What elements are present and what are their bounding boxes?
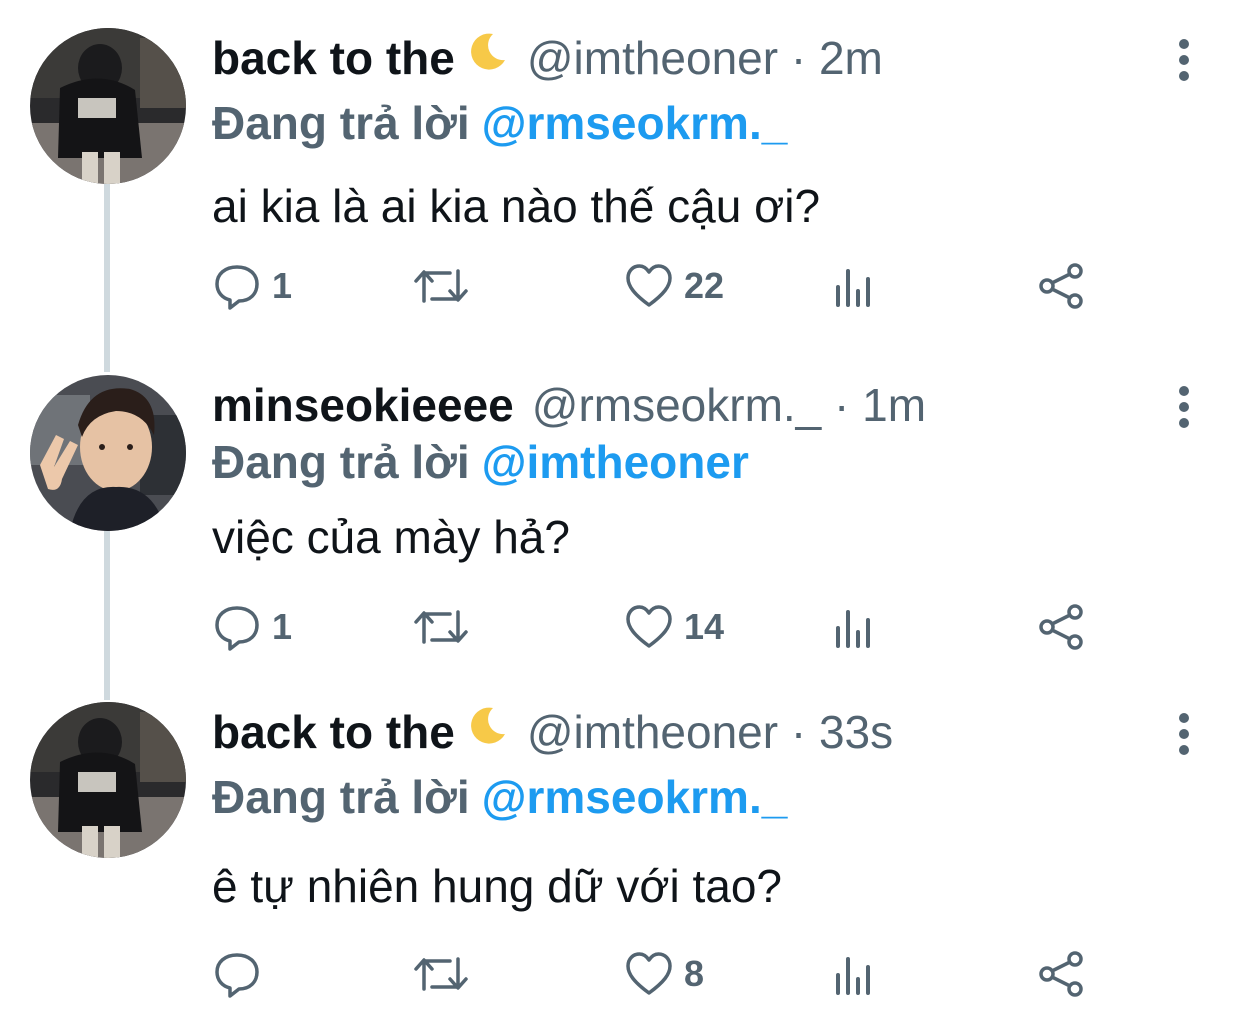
- like-count: 8: [684, 953, 705, 994]
- user-handle[interactable]: @rmseokrm._: [532, 379, 822, 431]
- more-vertical-icon[interactable]: [1172, 38, 1196, 82]
- crescent-moon-icon: [465, 702, 509, 762]
- avatar[interactable]: [30, 28, 186, 184]
- retweet-button[interactable]: [412, 599, 470, 655]
- views-button[interactable]: [834, 946, 878, 1002]
- retweet-icon: [414, 269, 468, 303]
- timestamp[interactable]: 2m: [819, 32, 883, 84]
- display-name[interactable]: back to the: [212, 706, 455, 758]
- share-icon: [1039, 951, 1083, 997]
- views-chart-icon: [836, 957, 870, 995]
- share-icon: [1039, 263, 1083, 309]
- separator-dot: ·: [790, 32, 807, 84]
- tweet-header: back to the @imtheoner · 33s: [212, 702, 893, 762]
- tweet[interactable]: back to the @imtheoner · 33s Đang trả lời…: [0, 702, 1242, 1032]
- selfie-peace-sign-photo: [30, 375, 186, 531]
- reply-icon: [215, 953, 259, 998]
- heart-icon: [626, 952, 672, 995]
- reply-count: 1: [272, 606, 293, 647]
- heart-icon: [626, 605, 672, 648]
- like-button[interactable]: 14: [624, 599, 724, 655]
- views-button[interactable]: [834, 258, 878, 314]
- reply-handle-link[interactable]: @rmseokrm._: [482, 97, 788, 149]
- share-button[interactable]: [1038, 258, 1086, 314]
- like-count: 14: [684, 606, 725, 647]
- share-icon: [1039, 604, 1083, 650]
- replying-to-label: Đang trả lời: [212, 436, 470, 488]
- views-button[interactable]: [834, 599, 878, 655]
- reply-icon: [215, 606, 259, 651]
- views-chart-icon: [836, 269, 870, 307]
- more-vertical-icon[interactable]: [1172, 712, 1196, 756]
- retweet-button[interactable]: [412, 258, 470, 314]
- reply-button[interactable]: [212, 946, 272, 1002]
- action-bar: 1 14: [212, 599, 1112, 655]
- heart-icon: [626, 264, 672, 307]
- night-outdoor-hoodie-photo: [30, 702, 186, 858]
- night-outdoor-hoodie-photo: [30, 28, 186, 184]
- like-count: 22: [684, 265, 725, 306]
- tweet[interactable]: minseokieeee @rmseokrm._ · 1m Đang trả lờ…: [0, 375, 1242, 705]
- user-handle[interactable]: @imtheoner: [527, 706, 778, 758]
- share-button[interactable]: [1038, 946, 1086, 1002]
- tweet-text: việc của mày hả?: [212, 511, 570, 563]
- retweet-icon: [414, 957, 468, 991]
- replying-to: Đang trả lời @rmseokrm._: [212, 94, 787, 152]
- reply-count: 1: [272, 265, 293, 306]
- tweet-header: minseokieeee @rmseokrm._ · 1m: [212, 375, 926, 435]
- avatar[interactable]: [30, 375, 186, 531]
- reply-handle-link[interactable]: @imtheoner: [482, 436, 749, 488]
- display-name[interactable]: back to the: [212, 32, 455, 84]
- retweet-icon: [414, 610, 468, 644]
- replying-to-label: Đang trả lời: [212, 97, 470, 149]
- action-bar: 1 22: [212, 258, 1112, 314]
- separator-dot: ·: [790, 706, 807, 758]
- display-name[interactable]: minseokieeee: [212, 379, 514, 431]
- views-chart-icon: [836, 610, 870, 648]
- replying-to-label: Đang trả lời: [212, 771, 470, 823]
- action-bar: 8: [212, 946, 1112, 1002]
- reply-button[interactable]: 1: [212, 599, 292, 655]
- tweet-text: ai kia là ai kia nào thế cậu ơi?: [212, 180, 821, 232]
- separator-dot: ·: [834, 379, 850, 431]
- tweet-text: ê tự nhiên hung dữ với tao?: [212, 860, 783, 912]
- replying-to: Đang trả lời @imtheoner: [212, 433, 749, 491]
- avatar[interactable]: [30, 702, 186, 858]
- timestamp[interactable]: 33s: [819, 706, 893, 758]
- reply-icon: [215, 265, 259, 310]
- reply-handle-link[interactable]: @rmseokrm._: [482, 771, 788, 823]
- tweet-header: back to the @imtheoner · 2m: [212, 28, 883, 88]
- crescent-moon-icon: [465, 28, 509, 88]
- more-vertical-icon[interactable]: [1172, 385, 1196, 429]
- replying-to: Đang trả lời @rmseokrm._: [212, 768, 787, 826]
- share-button[interactable]: [1038, 599, 1086, 655]
- user-handle[interactable]: @imtheoner: [527, 32, 778, 84]
- like-button[interactable]: 8: [624, 946, 704, 1002]
- timestamp[interactable]: 1m: [862, 379, 926, 431]
- reply-button[interactable]: 1: [212, 258, 292, 314]
- tweet[interactable]: back to the @imtheoner · 2m Đang trả lời @…: [0, 28, 1242, 358]
- retweet-button[interactable]: [412, 946, 470, 1002]
- like-button[interactable]: 22: [624, 258, 724, 314]
